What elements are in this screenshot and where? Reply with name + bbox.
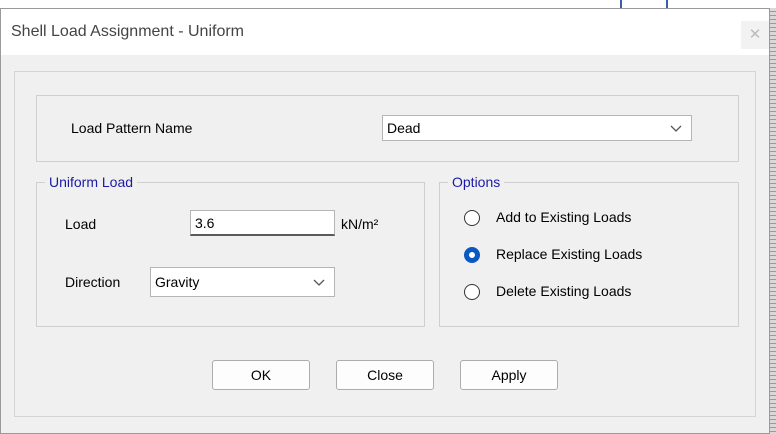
direction-label: Direction bbox=[65, 274, 121, 290]
load-pattern-combo[interactable]: Dead bbox=[382, 115, 692, 141]
load-unit: kN/m² bbox=[341, 216, 379, 232]
close-icon[interactable]: ✕ bbox=[741, 21, 769, 49]
radio-add-to-existing-circle[interactable] bbox=[464, 210, 480, 226]
ok-button[interactable]: OK bbox=[212, 360, 310, 390]
title-bar[interactable]: Shell Load Assignment - Uniform ✕ bbox=[1, 9, 769, 55]
options-legend: Options bbox=[448, 174, 505, 190]
chevron-down-icon bbox=[313, 279, 325, 286]
load-label: Load bbox=[65, 216, 97, 232]
load-pattern-group: Load Pattern Name Dead bbox=[36, 95, 739, 162]
radio-replace-existing-circle[interactable] bbox=[464, 247, 480, 263]
radio-add-to-existing-label: Add to Existing Loads bbox=[496, 209, 632, 225]
direction-combo[interactable]: Gravity bbox=[150, 267, 335, 297]
radio-delete-existing-label: Delete Existing Loads bbox=[496, 283, 632, 299]
load-pattern-label: Load Pattern Name bbox=[71, 120, 193, 136]
uniform-load-group: Uniform Load Load kN/m² Direction Gravit… bbox=[36, 174, 425, 327]
close-button[interactable]: Close bbox=[336, 360, 434, 390]
shell-load-dialog: Shell Load Assignment - Uniform ✕ Load P… bbox=[0, 8, 770, 434]
load-value-input[interactable] bbox=[191, 211, 334, 234]
background-window-lines bbox=[620, 0, 776, 8]
radio-add-to-existing[interactable]: Add to Existing Loads bbox=[440, 208, 738, 228]
background-window-edge bbox=[770, 8, 776, 434]
load-pattern-value: Dead bbox=[387, 120, 421, 136]
radio-delete-existing[interactable]: Delete Existing Loads bbox=[440, 282, 738, 302]
uniform-load-legend: Uniform Load bbox=[45, 174, 138, 190]
radio-delete-existing-circle[interactable] bbox=[464, 284, 480, 300]
dialog-title: Shell Load Assignment - Uniform bbox=[11, 23, 244, 40]
chevron-down-icon bbox=[670, 125, 682, 132]
apply-button[interactable]: Apply bbox=[460, 360, 558, 390]
direction-value: Gravity bbox=[155, 274, 200, 290]
radio-replace-existing[interactable]: Replace Existing Loads bbox=[440, 245, 738, 265]
options-group: Options Add to Existing Loads Replace Ex… bbox=[439, 174, 739, 327]
radio-replace-existing-label: Replace Existing Loads bbox=[496, 246, 643, 262]
load-value-field[interactable] bbox=[190, 210, 335, 236]
dialog-body: Load Pattern Name Dead Uniform Load Load… bbox=[14, 71, 756, 417]
